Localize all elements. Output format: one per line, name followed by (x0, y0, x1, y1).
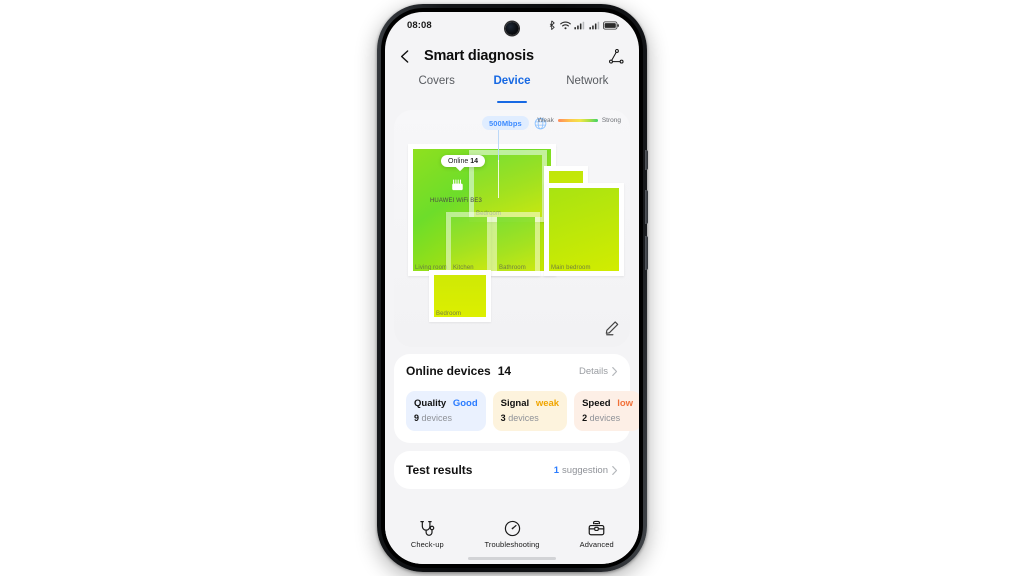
status-bar-icons (549, 20, 619, 30)
back-arrow-icon[interactable] (397, 48, 414, 65)
test-results-count: 1 (553, 464, 560, 476)
signal-icon (574, 21, 585, 29)
edit-pencil-icon[interactable] (604, 320, 620, 341)
room-bedroom-lower-label: Bedroom (436, 311, 462, 317)
page-title: Smart diagnosis (424, 48, 534, 64)
stat-quality-header: Quality Good (414, 398, 478, 409)
legend-strong-label: Strong (601, 117, 621, 124)
legend-weak-label: Weak (537, 117, 554, 124)
phone-device-frame: 08:08 Smart diagnosis Covers Device Netw… (377, 4, 648, 572)
stethoscope-icon (420, 520, 435, 536)
stat-speed-header: Speed low (582, 398, 633, 409)
online-devices-header: Online devices 14 Details (406, 364, 618, 378)
stat-signal-count: 3 (500, 413, 506, 423)
bluetooth-icon (549, 20, 555, 30)
chevron-right-icon (612, 366, 618, 376)
room-bathroom[interactable]: Bathroom (492, 212, 540, 276)
room-kitchen-heat (451, 217, 487, 271)
floor-plan[interactable]: Living room Bedroom Balcony (394, 110, 630, 347)
front-camera-punch-hole (505, 22, 519, 35)
tab-active-underline (496, 100, 527, 103)
tab-covers[interactable]: Covers (399, 74, 474, 104)
battery-icon (603, 21, 619, 29)
stat-signal-count-row: 3 devices (501, 413, 559, 423)
stat-quality-value: Good (452, 398, 478, 409)
details-button[interactable]: Details (579, 366, 618, 377)
router-icon[interactable] (451, 176, 465, 197)
legend-gradient-bar (557, 119, 598, 122)
online-devices-card: Online devices 14 Details Quality Good 9… (394, 354, 639, 443)
speed-leader-line (498, 130, 499, 162)
stat-quality-unit: devices (421, 413, 453, 423)
tab-covers-label: Covers (418, 75, 455, 87)
speed-badge-label: 500Mbps (482, 116, 529, 130)
nav-item-troubleshooting-label: Troubleshooting (484, 540, 540, 549)
tab-device-label: Device (493, 75, 531, 87)
stat-speed-count: 2 (582, 413, 588, 423)
stat-card-quality[interactable]: Quality Good 9 devices (406, 391, 486, 431)
bottom-navigation-bar: Check-up Troubleshooting Advanced (385, 516, 639, 564)
stat-card-signal[interactable]: Signal weak 3 devices (492, 391, 568, 431)
home-indicator[interactable] (468, 557, 556, 560)
phone-side-button-volume-down[interactable] (645, 236, 648, 270)
details-label: Details (578, 365, 608, 377)
room-bathroom-label: Bathroom (499, 265, 526, 271)
stat-card-speed[interactable]: Speed low 2 devices (574, 391, 639, 431)
stat-speed-count-row: 2 devices (582, 413, 633, 423)
online-devices-bubble[interactable]: Online 14 (441, 155, 485, 167)
online-devices-title: Online devices (406, 364, 491, 378)
room-main-bedroom[interactable]: Main bedroom (544, 183, 624, 276)
nav-item-troubleshooting[interactable]: Troubleshooting (470, 519, 555, 549)
nav-item-check-up-label: Check-up (410, 540, 444, 549)
test-results-suffix: suggestion (562, 464, 608, 476)
stat-quality-label: Quality (414, 398, 447, 409)
tab-device[interactable]: Device (474, 74, 549, 104)
stat-signal-unit: devices (508, 413, 539, 423)
stat-quality-count-row: 9 devices (414, 413, 478, 423)
tab-network-label: Network (566, 75, 609, 87)
test-results-suggestion[interactable]: 1 suggestion (554, 465, 618, 476)
share-topology-icon[interactable] (608, 48, 625, 65)
gauge-icon (504, 520, 520, 537)
room-bathroom-heat (497, 217, 535, 271)
stat-speed-unit: devices (589, 413, 621, 423)
stat-signal-header: Signal weak (501, 398, 559, 409)
tab-bar: Covers Device Network (385, 74, 639, 104)
toolbox-icon (588, 520, 605, 536)
signal-icon (588, 21, 599, 29)
nav-item-advanced[interactable]: Advanced (554, 519, 639, 549)
online-bubble-count: 14 (470, 157, 478, 165)
device-stat-cards: Quality Good 9 devices Signal weak 3 dev… (406, 391, 639, 431)
router-leader-line (498, 160, 499, 198)
online-bubble-label: Online (448, 157, 469, 165)
online-devices-count: 14 (497, 364, 512, 378)
phone-side-button-mute[interactable] (645, 150, 648, 170)
status-bar-time: 08:08 (407, 19, 432, 31)
test-results-title: Test results (406, 463, 473, 477)
phone-screen: 08:08 Smart diagnosis Covers Device Netw… (385, 12, 639, 564)
stat-speed-label: Speed (582, 398, 611, 409)
nav-item-check-up[interactable]: Check-up (385, 519, 470, 549)
room-bedroom-upper-heat (474, 155, 542, 217)
chevron-right-icon (612, 465, 618, 475)
app-bar: Smart diagnosis (385, 38, 639, 74)
room-bedroom-lower[interactable]: Bedroom (429, 270, 491, 322)
signal-strength-legend: Weak Strong (537, 117, 621, 124)
coverage-map-card[interactable]: 500Mbps Weak Strong Living room Main bed… (394, 110, 630, 347)
screenshot-canvas: 08:08 Smart diagnosis Covers Device Netw… (0, 0, 1024, 576)
stat-signal-value: weak (535, 398, 560, 409)
room-kitchen[interactable]: Kitchen (446, 212, 492, 276)
tab-network[interactable]: Network (550, 74, 625, 104)
stat-quality-count: 9 (414, 413, 420, 423)
stat-speed-value: low (617, 398, 634, 409)
phone-side-button-volume-up[interactable] (645, 190, 648, 224)
wifi-icon (559, 21, 571, 29)
room-main-bedroom-heat (549, 188, 619, 271)
stat-signal-label: Signal (500, 398, 530, 409)
nav-item-advanced-label: Advanced (579, 540, 614, 549)
room-main-bedroom-label: Main bedroom (551, 265, 591, 271)
test-results-card[interactable]: Test results 1 suggestion (394, 451, 630, 489)
router-name-label: HUAWEI WiFi BE3 (430, 198, 482, 204)
